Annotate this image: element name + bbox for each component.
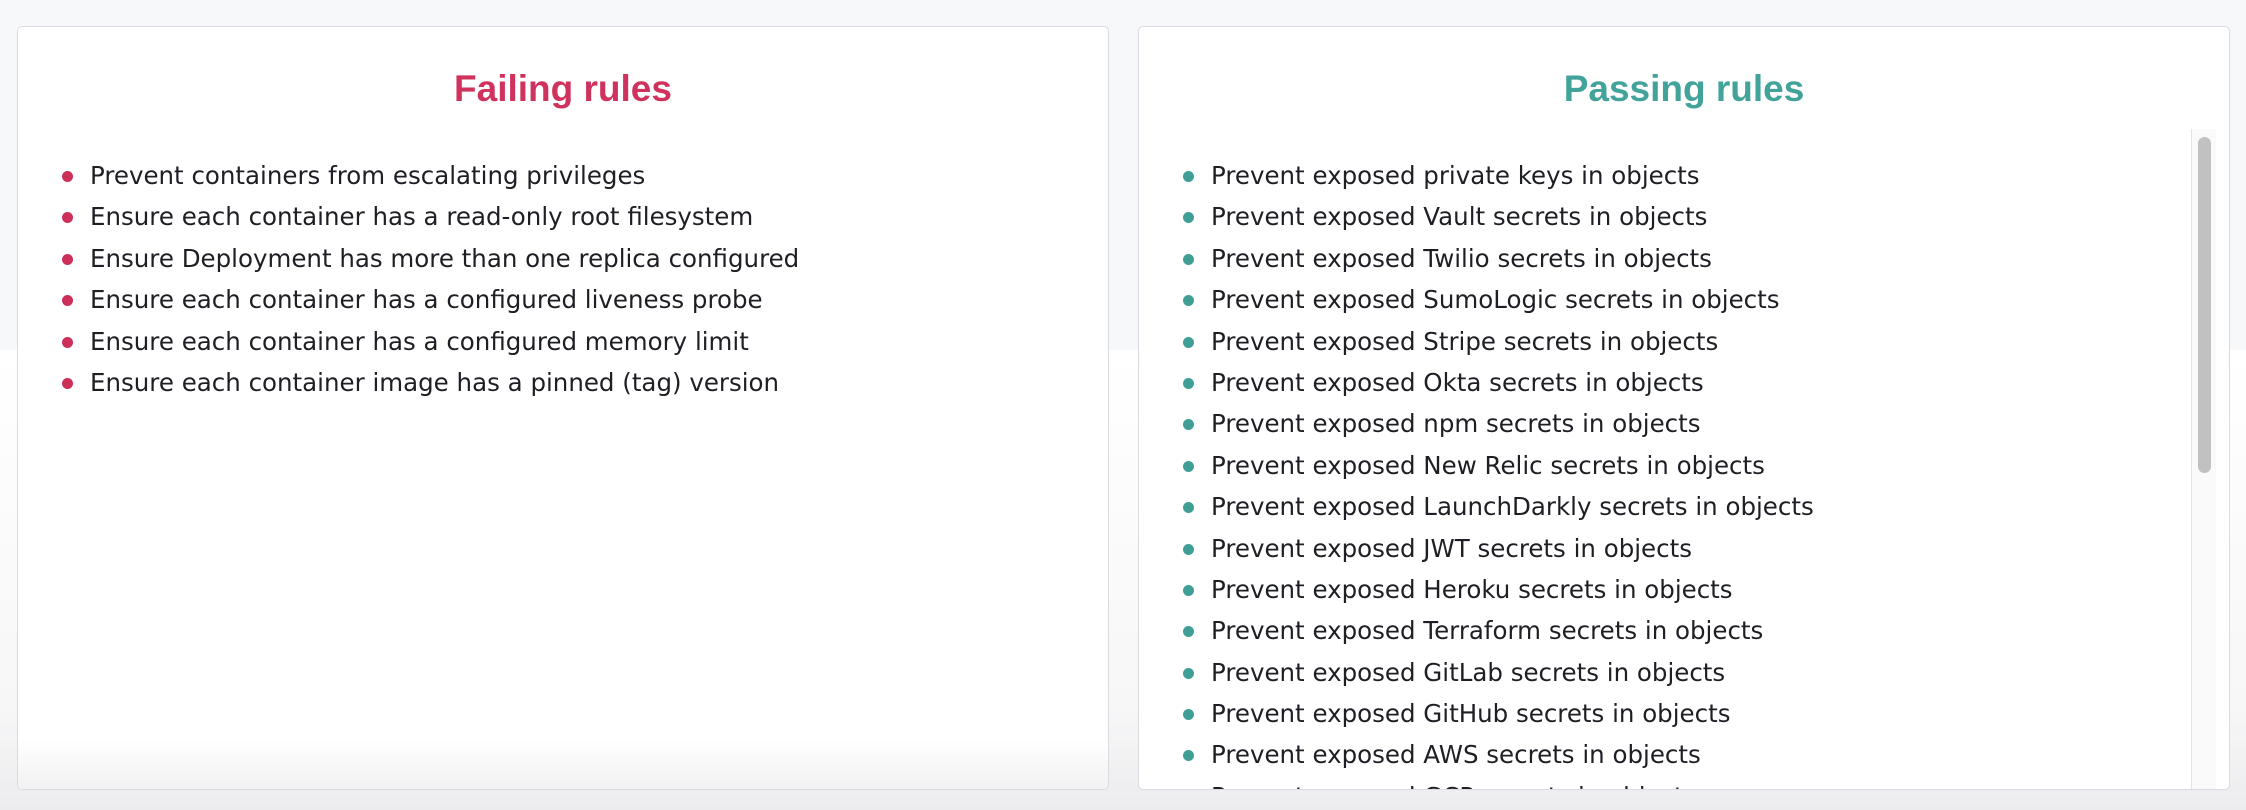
bullet-icon [1183, 253, 1194, 265]
bullet-icon [1183, 709, 1194, 721]
failing-rule-item: Ensure each container has a configured m… [62, 321, 799, 362]
bullet-icon [1183, 212, 1194, 224]
failing-rule-item: Prevent containers from escalating privi… [62, 155, 799, 196]
failing-rule-item: Ensure each container has a configured l… [62, 279, 799, 320]
bullet-icon [1183, 543, 1194, 555]
bullet-icon [62, 336, 73, 348]
passing-rule-item: Prevent exposed GCP secrets in objects [1183, 776, 2203, 789]
rule-label: Prevent exposed GCP secrets in objects [1211, 782, 1696, 789]
rule-label: Prevent containers from escalating privi… [90, 161, 646, 190]
passing-rule-item: Prevent exposed Twilio secrets in object… [1183, 238, 2203, 279]
passing-rule-item: Prevent exposed SumoLogic secrets in obj… [1183, 279, 2203, 320]
bullet-icon [1183, 171, 1194, 182]
bullet-icon [1183, 377, 1194, 389]
passing-rules-scrollbar[interactable] [2191, 129, 2216, 789]
failing-rules-list: Prevent containers from escalating privi… [62, 155, 799, 403]
bullet-icon [62, 253, 73, 265]
passing-rule-item: Prevent exposed npm secrets in objects [1183, 403, 2203, 444]
rule-label: Ensure each container has a read-only ro… [90, 202, 754, 232]
rule-label: Prevent exposed SumoLogic secrets in obj… [1211, 285, 1780, 315]
rule-label: Prevent exposed private keys in objects [1211, 161, 1700, 190]
rule-label: Prevent exposed Terraform secrets in obj… [1211, 616, 1764, 646]
passing-rule-item: Prevent exposed Terraform secrets in obj… [1183, 610, 2203, 651]
passing-rule-item: Prevent exposed New Relic secrets in obj… [1183, 445, 2203, 486]
failing-rule-item: Ensure each container has a read-only ro… [62, 196, 799, 237]
passing-rule-item: Prevent exposed LaunchDarkly secrets in … [1183, 486, 2203, 527]
rule-label: Ensure each container image has a pinned… [90, 367, 780, 397]
passing-rule-item: Prevent exposed GitLab secrets in object… [1183, 652, 2203, 693]
passing-rule-item: Prevent exposed GitHub secrets in object… [1183, 693, 2203, 734]
passing-rule-item: Prevent exposed Vault secrets in objects [1183, 196, 2203, 237]
bullet-icon [1183, 460, 1194, 472]
passing-rules-panel: Passing rules Prevent exposed private ke… [1138, 26, 2230, 790]
scrollbar-thumb[interactable] [2198, 137, 2211, 473]
passing-rule-item: Prevent exposed Heroku secrets in object… [1183, 569, 2203, 610]
panel-bottom-fade [18, 739, 1108, 789]
rule-label: Prevent exposed Okta secrets in objects [1211, 367, 1704, 397]
bullet-icon [1183, 667, 1194, 679]
bullet-icon [62, 212, 73, 224]
rule-label: Prevent exposed New Relic secrets in obj… [1211, 450, 1765, 480]
passing-rule-item: Prevent exposed Okta secrets in objects [1183, 362, 2203, 403]
rule-label: Prevent exposed GitHub secrets in object… [1211, 699, 1731, 729]
passing-rule-item: Prevent exposed JWT secrets in objects [1183, 528, 2203, 569]
passing-rule-item: Prevent exposed AWS secrets in objects [1183, 734, 2203, 775]
passing-rules-list[interactable]: Prevent exposed private keys in objects P… [1183, 155, 2203, 789]
rule-label: Prevent exposed Vault secrets in objects [1211, 202, 1708, 232]
rule-label: Prevent exposed npm secrets in objects [1211, 409, 1701, 439]
failing-rule-item: Ensure Deployment has more than one repl… [62, 238, 799, 279]
bullet-icon [1183, 502, 1194, 514]
failing-rules-title: Failing rules [454, 68, 672, 109]
bullet-icon [1183, 626, 1194, 638]
bullet-icon [1183, 750, 1194, 762]
rule-label: Prevent exposed AWS secrets in objects [1211, 740, 1701, 770]
bullet-icon [1183, 584, 1194, 596]
bullet-icon [62, 295, 73, 307]
rule-label: Ensure each container has a configured l… [90, 285, 763, 315]
failing-rules-panel: Failing rules Prevent containers from es… [17, 26, 1109, 790]
rule-label: Ensure each container has a configured m… [90, 326, 749, 356]
bullet-icon [62, 171, 73, 182]
bullet-icon [62, 377, 73, 389]
rule-label: Prevent exposed Stripe secrets in object… [1211, 326, 1719, 356]
passing-rule-item: Prevent exposed Stripe secrets in object… [1183, 321, 2203, 362]
rule-label: Prevent exposed LaunchDarkly secrets in … [1211, 492, 1814, 522]
rule-label: Prevent exposed GitLab secrets in object… [1211, 657, 1726, 687]
passing-rules-title: Passing rules [1563, 68, 1805, 109]
bullet-icon [1183, 295, 1194, 307]
rule-label: Ensure Deployment has more than one repl… [90, 243, 800, 273]
rule-label: Prevent exposed Heroku secrets in object… [1211, 574, 1733, 604]
failing-rule-item: Ensure each container image has a pinned… [62, 362, 799, 403]
bullet-icon [1183, 336, 1194, 348]
passing-rule-item: Prevent exposed private keys in objects [1183, 155, 2203, 196]
bullet-icon [1183, 419, 1194, 431]
rule-label: Prevent exposed Twilio secrets in object… [1211, 243, 1712, 273]
rule-label: Prevent exposed JWT secrets in objects [1211, 533, 1692, 563]
